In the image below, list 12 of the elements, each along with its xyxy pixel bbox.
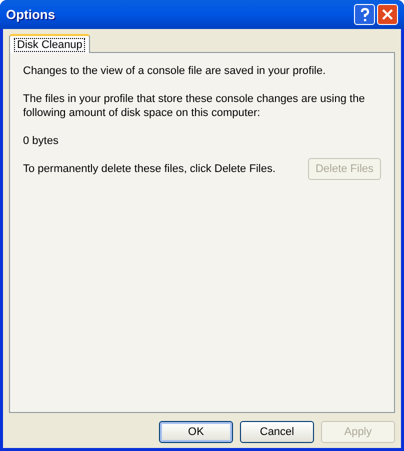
- dialog-button[interactable]: Cancel: [240, 421, 314, 443]
- window-title: Options: [6, 6, 56, 24]
- dialog-button[interactable]: OK: [159, 421, 233, 443]
- description-text: Changes to the view of a console file are saved in your profile.: [23, 64, 327, 78]
- tab[interactable]: Disk Cleanup: [9, 34, 90, 53]
- description-text: The files in your profile that store these console changes are using the following amount of disk space on this computer:: [23, 92, 366, 120]
- close-icon: [382, 9, 393, 20]
- delete-instruction-text: To permanently delete these files, click Delete Files.: [23, 162, 276, 177]
- help-button[interactable]: [354, 4, 375, 25]
- question-mark-icon: [360, 8, 370, 22]
- close-button[interactable]: [377, 4, 398, 25]
- description-text: 0 bytes: [23, 134, 60, 148]
